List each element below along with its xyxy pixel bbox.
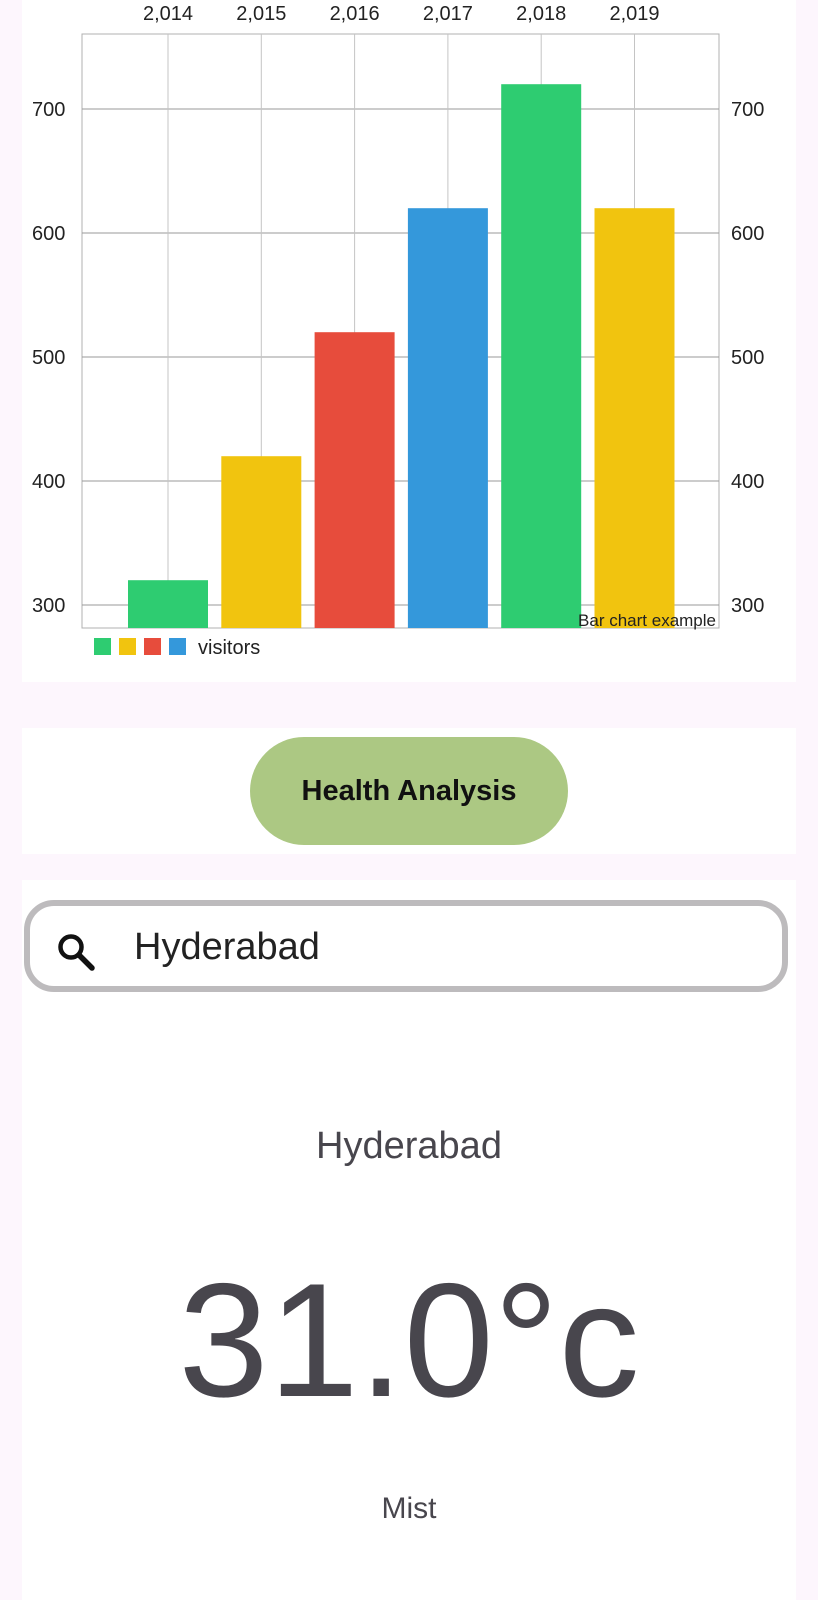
y-tick-label-right: 400 <box>731 471 764 493</box>
search-input[interactable] <box>134 924 754 970</box>
x-tick-label: 2,014 <box>143 3 193 25</box>
health-analysis-card: Health Analysis <box>22 728 796 854</box>
weather-card: Hyderabad 31.0°c Mist <box>22 880 796 1600</box>
weather-condition: Mist <box>381 1492 437 1525</box>
bar-chart: 300 300 400 400 500 500 600 600 700 700 2,014 2,015… <box>32 3 764 659</box>
temperature-value: 31.0°c <box>178 1250 640 1431</box>
bar <box>407 208 488 628</box>
chart-description: Bar chart example <box>578 611 716 630</box>
x-tick-label: 2,016 <box>330 3 380 25</box>
y-tick-label-right: 300 <box>731 595 764 617</box>
bar <box>128 580 208 628</box>
legend-swatch <box>144 638 161 655</box>
y-tick-label-right: 500 <box>731 347 764 369</box>
y-tick-label-left: 700 <box>32 99 65 121</box>
y-tick-label-left: 300 <box>32 595 65 617</box>
x-tick-label: 2,018 <box>516 3 566 25</box>
y-tick-label-left: 600 <box>32 223 65 245</box>
chart-card: 300 300 400 400 500 500 600 600 700 700 2,014 2,015… <box>22 0 796 682</box>
bar <box>221 456 302 628</box>
x-tick-label: 2,015 <box>236 3 286 25</box>
health-analysis-button[interactable]: Health Analysis <box>250 737 568 845</box>
search-bar[interactable] <box>24 900 788 992</box>
x-tick-label: 2,017 <box>423 3 473 25</box>
y-tick-label-right: 600 <box>731 223 764 245</box>
legend-swatch <box>94 638 111 655</box>
legend-swatch <box>169 638 186 655</box>
bar <box>501 84 582 628</box>
y-tick-label-left: 400 <box>32 471 65 493</box>
y-tick-label-left: 500 <box>32 347 65 369</box>
search-icon[interactable] <box>56 932 96 972</box>
x-tick-label: 2,019 <box>609 3 659 25</box>
city-name: Hyderabad <box>316 1125 502 1167</box>
legend-swatch <box>119 638 136 655</box>
bar <box>314 332 395 628</box>
y-tick-label-right: 700 <box>731 99 764 121</box>
bar <box>594 208 675 628</box>
legend-label: visitors <box>198 637 260 659</box>
